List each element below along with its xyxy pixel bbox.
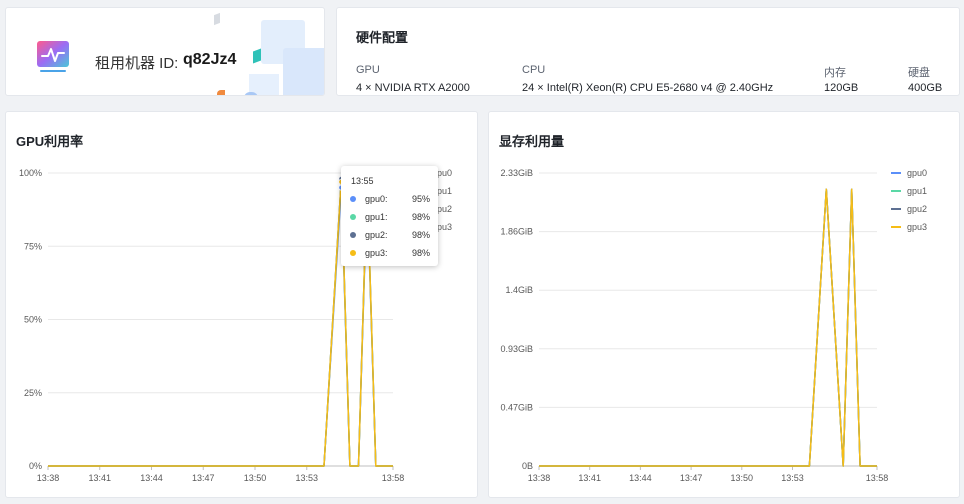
tooltip-dot-icon: [350, 232, 356, 238]
tooltip-row-gpu2: gpu2: 98%: [350, 230, 430, 242]
x-tick-label: 13:44: [140, 473, 163, 483]
memory-usage-chart[interactable]: 0B 0.47GiB 0.93GiB 1.4GiB 1.86GiB 2.33GiB 13:3…: [489, 112, 961, 499]
gpu-spec-value: 4 × NVIDIA RTX A2000: [356, 82, 470, 94]
series-line-gpu2: [539, 188, 877, 467]
x-tick-label: 13:41: [578, 473, 601, 483]
x-tick-label: 13:38: [528, 473, 551, 483]
monitor-pulse-icon: [37, 41, 69, 72]
tooltip-row-gpu1: gpu1: 98%: [350, 212, 430, 224]
x-tick-label: 13:53: [781, 473, 804, 483]
legend-label-gpu1: gpu1: [907, 186, 927, 196]
y-tick-label: 1.4GiB: [505, 285, 533, 295]
tooltip-dot-icon: [350, 250, 356, 256]
series-line-gpu1: [539, 188, 877, 467]
tooltip-row-gpu3: gpu3: 98%: [350, 248, 430, 260]
series-line-gpu3: [539, 188, 877, 467]
y-tick-label: 100%: [19, 168, 42, 178]
y-tick-label: 0B: [522, 461, 533, 471]
machine-id-label: 租用机器 ID:: [95, 55, 179, 72]
hardware-config-title: 硬件配置: [356, 30, 409, 45]
memory-usage-card: 显存利用量 0B 0.47GiB 0.93GiB 1.4GiB 1.86GiB 2.33G…: [488, 111, 960, 498]
y-tick-label: 2.33GiB: [500, 168, 533, 178]
x-tick-label: 13:58: [382, 473, 405, 483]
chart-tooltip: 13:55 gpu0: 95% gpu1: 98% gpu2: 98% gpu3…: [341, 166, 438, 266]
x-tick-label: 13:47: [680, 473, 703, 483]
memory-spec-header: 内存: [824, 67, 846, 79]
cpu-spec-value: 24 × Intel(R) Xeon(R) CPU E5-2680 v4 @ 2…: [522, 82, 774, 94]
y-tick-label: 50%: [24, 315, 42, 325]
tooltip-series-value: 98%: [411, 212, 430, 222]
hardware-config-card: 硬件配置 GPU 4 × NVIDIA RTX A2000 CPU 24 × I…: [336, 7, 960, 96]
decor-square-2: [283, 48, 324, 95]
x-tick-label: 13:38: [37, 473, 60, 483]
tooltip-series-name: gpu2:: [365, 230, 388, 240]
tooltip-time: 13:55: [351, 176, 374, 186]
x-tick-label: 13:50: [731, 473, 754, 483]
y-tick-label: 0%: [29, 461, 42, 471]
legend-label-gpu3: gpu3: [907, 222, 927, 232]
y-tick-label: 1.86GiB: [500, 227, 533, 237]
tooltip-row-gpu0: gpu0: 95%: [350, 194, 430, 206]
decor-teal-shape: [253, 48, 261, 64]
disk-spec-header: 硬盘: [908, 67, 930, 79]
y-tick-label: 0.93GiB: [500, 344, 533, 354]
x-tick-label: 13:53: [295, 473, 318, 483]
decor-grey-shape: [214, 12, 220, 26]
decor-orange-shape: [217, 90, 225, 95]
tooltip-dot-icon: [350, 214, 356, 220]
tooltip-series-name: gpu0:: [365, 194, 388, 204]
y-tick-label: 0.47GiB: [500, 402, 533, 412]
gpu-spec-header: GPU: [356, 64, 380, 76]
legend-label-gpu0: gpu0: [907, 168, 927, 178]
decor-blue-shape: [244, 92, 258, 95]
legend-label-gpu2: gpu2: [907, 204, 927, 214]
tooltip-series-name: gpu1:: [365, 212, 388, 222]
tooltip-dot-icon: [350, 196, 356, 202]
tooltip-series-name: gpu3:: [365, 248, 388, 258]
y-tick-label: 25%: [24, 388, 42, 398]
tooltip-series-value: 95%: [411, 194, 430, 204]
x-tick-label: 13:58: [866, 473, 889, 483]
x-tick-label: 13:41: [88, 473, 111, 483]
memory-spec-value: 120GB: [824, 82, 859, 94]
machine-id-value[interactable]: q82Jz4: [183, 51, 236, 69]
disk-spec-value: 400GB: [908, 82, 943, 94]
x-tick-label: 13:50: [244, 473, 267, 483]
cpu-spec-header: CPU: [522, 64, 546, 76]
tooltip-series-value: 98%: [411, 248, 430, 258]
y-tick-label: 75%: [24, 241, 42, 251]
machine-card: 租用机器 ID: q82Jz4: [5, 7, 325, 96]
x-tick-label: 13:47: [192, 473, 215, 483]
tooltip-series-value: 98%: [411, 230, 430, 240]
x-tick-label: 13:44: [629, 473, 652, 483]
series-line-gpu0: [539, 188, 877, 467]
